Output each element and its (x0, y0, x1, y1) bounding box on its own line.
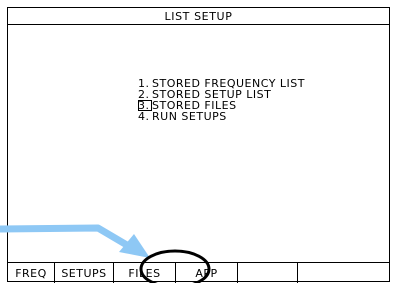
menu-item-run-setups[interactable]: 4. RUN SETUPS (138, 111, 305, 122)
menu-item-number: 4. (138, 110, 150, 123)
title-bar: LIST SETUP (8, 8, 389, 25)
menu-item-label: RUN SETUPS (152, 110, 227, 123)
softkey-6[interactable] (298, 263, 389, 283)
softkey-5[interactable] (238, 263, 298, 283)
instrument-screen: LIST SETUP 1. STORED FREQUENCY LIST 2. S… (7, 7, 390, 283)
list-setup-menu: 1. STORED FREQUENCY LIST 2. STORED SETUP… (138, 78, 305, 122)
softkey-freq[interactable]: FREQ (8, 263, 55, 283)
screen-title: LIST SETUP (164, 9, 233, 23)
softkey-app[interactable]: APP (176, 263, 238, 283)
softkey-files[interactable]: FILES (114, 263, 176, 283)
softkey-bar: FREQ SETUPS FILES APP (8, 262, 389, 283)
softkey-setups[interactable]: SETUPS (55, 263, 114, 283)
